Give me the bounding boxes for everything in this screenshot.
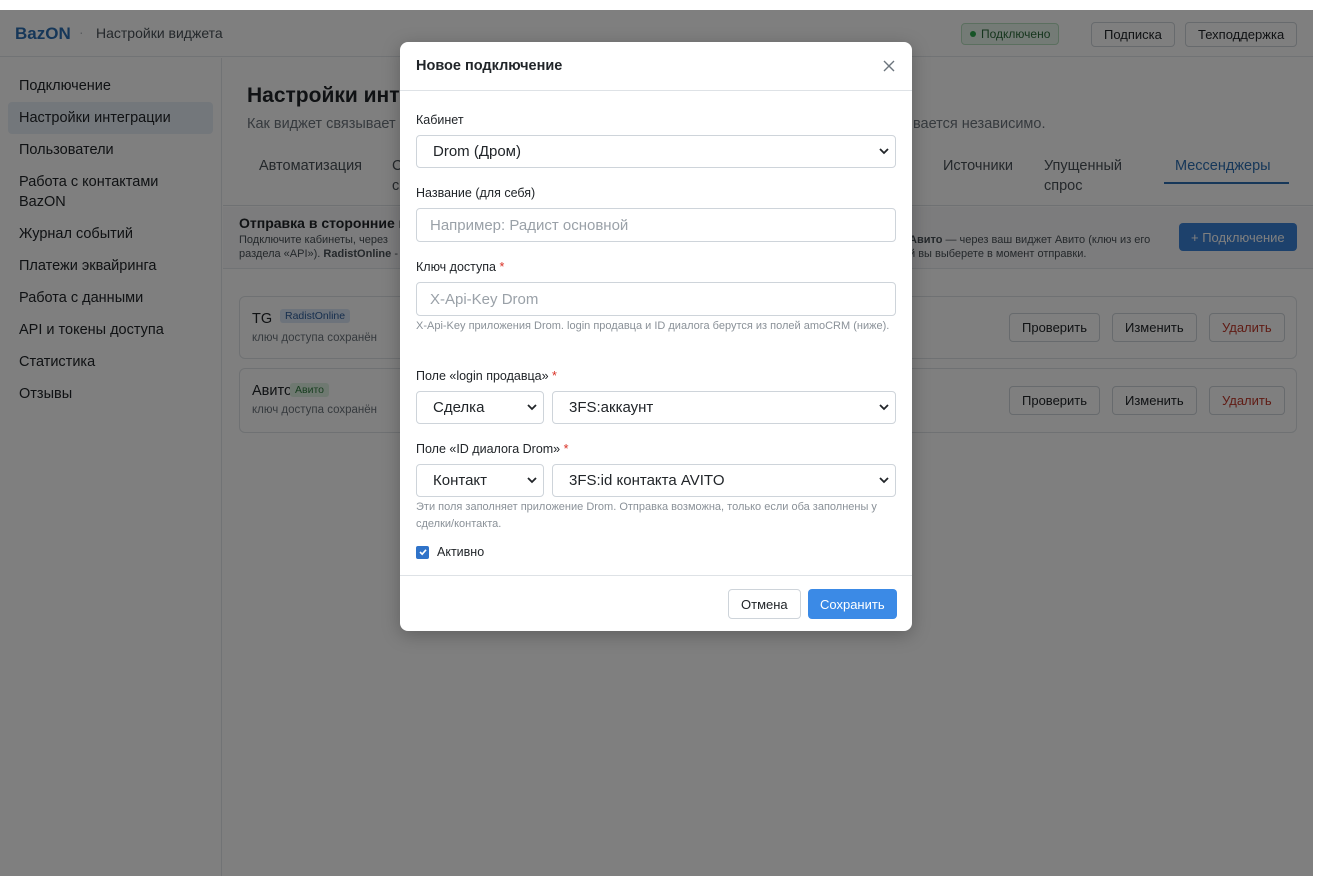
new-connection-modal: Новое подключение Кабинет Drom (Дром) На… bbox=[400, 42, 912, 631]
login-field-label: Поле «login продавца» * bbox=[416, 369, 557, 383]
required-mark: * bbox=[499, 260, 505, 274]
dialog-field-select[interactable]: 3FS:id контакта AVITO bbox=[552, 464, 896, 497]
cabinet-label: Кабинет bbox=[416, 113, 464, 127]
dialog-field-label: Поле «ID диалога Drom» * bbox=[416, 442, 569, 456]
chevron-down-icon bbox=[527, 404, 537, 411]
chevron-down-icon bbox=[527, 477, 537, 484]
cancel-button[interactable]: Отмена bbox=[728, 589, 801, 619]
active-checkbox[interactable] bbox=[416, 545, 429, 559]
login-entity-select[interactable]: Сделка bbox=[416, 391, 544, 424]
dialog-field-value: 3FS:id контакта AVITO bbox=[569, 472, 725, 489]
modal-footer: Отмена Сохранить bbox=[400, 575, 912, 631]
modal-title: Новое подключение bbox=[416, 58, 563, 74]
key-label-text: Ключ доступа bbox=[416, 260, 496, 274]
dialog-label-text: Поле «ID диалога Drom» bbox=[416, 442, 561, 456]
cabinet-select[interactable]: Drom (Дром) bbox=[416, 135, 896, 168]
login-entity-value: Сделка bbox=[433, 399, 485, 416]
fields-hint: Эти поля заполняет приложение Drom. Отпр… bbox=[416, 501, 877, 530]
key-hint: X-Api-Key приложения Drom. login продавц… bbox=[416, 320, 890, 332]
login-label-text: Поле «login продавца» bbox=[416, 369, 549, 383]
dialog-entity-value: Контакт bbox=[433, 472, 488, 489]
required-mark: * bbox=[563, 442, 569, 456]
key-label: Ключ доступа * bbox=[416, 260, 504, 274]
save-button[interactable]: Сохранить bbox=[808, 589, 897, 619]
cabinet-select-value: Drom (Дром) bbox=[433, 143, 521, 160]
check-icon bbox=[418, 549, 427, 556]
dialog-entity-select[interactable]: Контакт bbox=[416, 464, 544, 497]
required-mark: * bbox=[552, 369, 557, 383]
close-icon[interactable] bbox=[881, 58, 897, 74]
name-label: Название (для себя) bbox=[416, 186, 536, 200]
active-checkbox-label[interactable]: Активно bbox=[437, 545, 484, 559]
modal-header: Новое подключение bbox=[400, 42, 912, 91]
name-input[interactable] bbox=[416, 208, 896, 242]
login-field-value: 3FS:аккаунт bbox=[569, 399, 654, 416]
api-key-input[interactable] bbox=[416, 282, 896, 316]
chevron-down-icon bbox=[879, 404, 889, 411]
chevron-down-icon bbox=[879, 477, 889, 484]
login-field-select[interactable]: 3FS:аккаунт bbox=[552, 391, 896, 424]
chevron-down-icon bbox=[879, 148, 889, 155]
active-checkbox-row: Активно bbox=[416, 545, 484, 559]
